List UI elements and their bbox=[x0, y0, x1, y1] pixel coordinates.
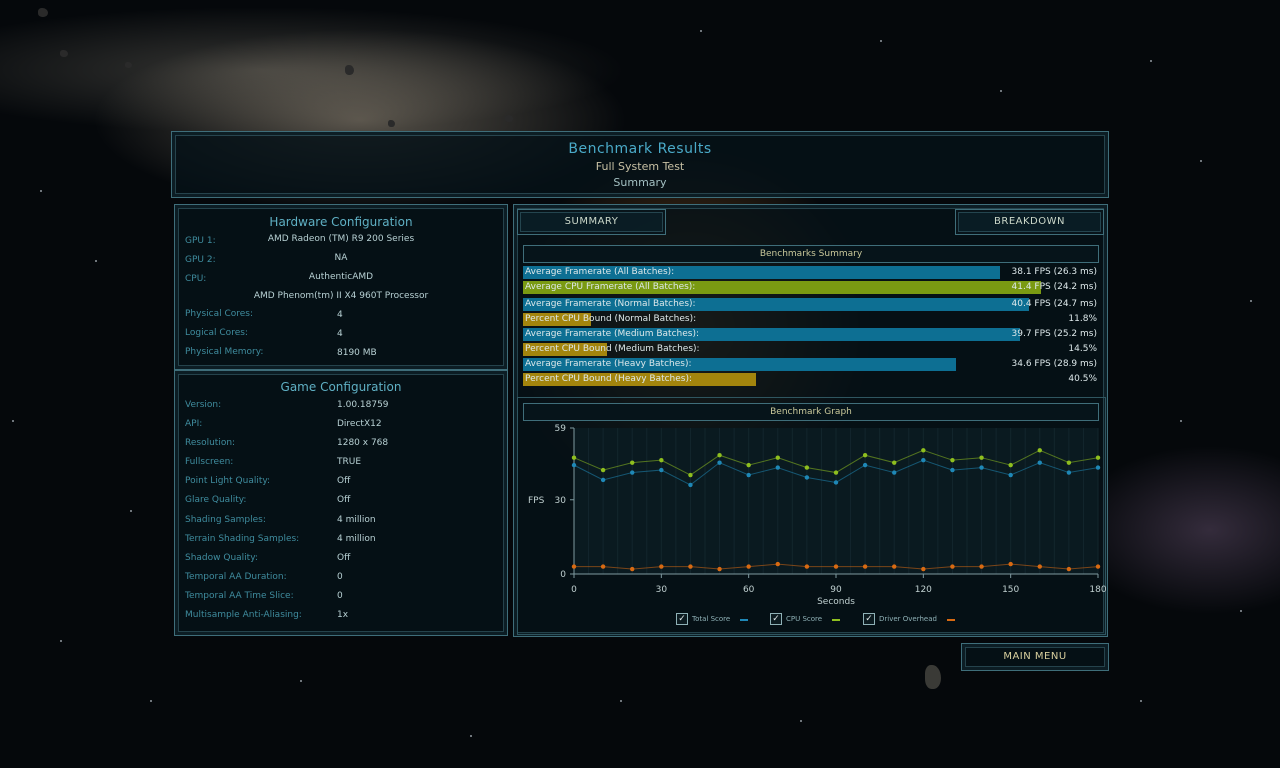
summary-row-value: 41.4 FPS (24.2 ms) bbox=[1011, 282, 1097, 292]
summary-row-value: 14.5% bbox=[1068, 344, 1097, 354]
physical-cores-label: Physical Cores: bbox=[185, 309, 254, 319]
page-section: Summary bbox=[613, 176, 667, 189]
summary-row-value: 40.4 FPS (24.7 ms) bbox=[1011, 299, 1097, 309]
header-panel: Benchmark Results Full System Test Summa… bbox=[171, 131, 1109, 198]
legend-label: Driver Overhead bbox=[879, 615, 937, 623]
legend-label: Total Score bbox=[692, 615, 731, 623]
game-setting-label: API: bbox=[185, 419, 203, 429]
summary-row: Average CPU Framerate (All Batches): 41.… bbox=[523, 281, 1099, 294]
game-setting-value: Off bbox=[337, 495, 351, 505]
summary-row-label: Percent CPU Bound (Medium Batches): bbox=[525, 344, 700, 354]
game-setting-value: 4 million bbox=[337, 515, 376, 525]
summary-row-value: 40.5% bbox=[1068, 374, 1097, 384]
benchmark-graph-frame bbox=[517, 397, 1106, 635]
legend-swatch bbox=[832, 619, 840, 621]
cpu-model: AMD Phenom(tm) II X4 960T Processor bbox=[253, 291, 429, 301]
physical-memory-label: Physical Memory: bbox=[185, 347, 264, 357]
summary-row-label: Percent CPU Bound (Normal Batches): bbox=[525, 314, 697, 324]
game-config-title: Game Configuration bbox=[280, 380, 402, 394]
checkbox-cpu-score[interactable]: ✓ bbox=[770, 613, 782, 625]
checkbox-driver-overhead[interactable]: ✓ bbox=[863, 613, 875, 625]
game-setting-value: 0 bbox=[337, 572, 343, 582]
summary-row: Average Framerate (Normal Batches): 40.4… bbox=[523, 298, 1099, 311]
benchmark-graph-title: Benchmark Graph bbox=[523, 403, 1099, 421]
summary-row: Percent CPU Bound (Normal Batches): 11.8… bbox=[523, 313, 1099, 326]
cpu-vendor: AuthenticAMD bbox=[308, 272, 374, 282]
legend-total-score[interactable]: ✓ Total Score bbox=[676, 613, 756, 626]
game-setting-label: Shadow Quality: bbox=[185, 553, 258, 563]
game-config-panel: Game Configuration Version: 1.00.18759 A… bbox=[174, 370, 508, 636]
logical-cores-value: 4 bbox=[337, 329, 343, 339]
game-setting-value: DirectX12 bbox=[337, 419, 382, 429]
game-setting-label: Resolution: bbox=[185, 438, 236, 448]
physical-cores-value: 4 bbox=[337, 310, 343, 320]
summary-row: Average Framerate (Heavy Batches): 34.6 … bbox=[523, 358, 1099, 371]
summary-row-label: Average Framerate (Medium Batches): bbox=[525, 329, 700, 339]
main-menu-label: MAIN MENU bbox=[1003, 651, 1067, 662]
game-setting-label: Terrain Shading Samples: bbox=[185, 534, 300, 544]
game-setting-label: Point Light Quality: bbox=[185, 476, 271, 486]
game-setting-value: 1.00.18759 bbox=[337, 400, 389, 410]
game-setting-label: Multisample Anti-Aliasing: bbox=[185, 610, 302, 620]
physical-memory-value: 8190 MB bbox=[337, 348, 377, 358]
summary-row-label: Average Framerate (All Batches): bbox=[525, 267, 675, 277]
main-menu-button[interactable]: MAIN MENU bbox=[961, 643, 1109, 671]
game-setting-label: Fullscreen: bbox=[185, 457, 234, 467]
hardware-config-panel: Hardware Configuration GPU 1: AMD Radeon… bbox=[174, 204, 508, 370]
logical-cores-label: Logical Cores: bbox=[185, 328, 248, 338]
game-setting-value: 1x bbox=[337, 610, 349, 620]
summary-row: Percent CPU Bound (Medium Batches): 14.5… bbox=[523, 343, 1099, 356]
game-setting-label: Temporal AA Time Slice: bbox=[185, 591, 294, 601]
game-setting-label: Version: bbox=[185, 400, 222, 410]
game-setting-label: Glare Quality: bbox=[185, 495, 247, 505]
summary-row: Percent CPU Bound (Heavy Batches): 40.5% bbox=[523, 373, 1099, 386]
summary-row-label: Average CPU Framerate (All Batches): bbox=[525, 282, 696, 292]
legend-cpu-score[interactable]: ✓ CPU Score bbox=[770, 613, 850, 626]
legend-label: CPU Score bbox=[786, 615, 823, 623]
summary-row-label: Average Framerate (Heavy Batches): bbox=[525, 359, 692, 369]
legend-driver-overhead[interactable]: ✓ Driver Overhead bbox=[863, 613, 963, 626]
summary-row-value: 38.1 FPS (26.3 ms) bbox=[1011, 267, 1097, 277]
gpu1-value: AMD Radeon (TM) R9 200 Series bbox=[267, 234, 415, 244]
game-setting-value: 0 bbox=[337, 591, 343, 601]
tab-summary[interactable]: SUMMARY bbox=[517, 209, 666, 235]
game-setting-label: Shading Samples: bbox=[185, 515, 266, 525]
summary-row-value: 34.6 FPS (28.9 ms) bbox=[1011, 359, 1097, 369]
tab-breakdown[interactable]: BREAKDOWN bbox=[955, 209, 1104, 235]
summary-row-label: Percent CPU Bound (Heavy Batches): bbox=[525, 374, 693, 384]
game-setting-value: Off bbox=[337, 553, 351, 563]
summary-row-value: 39.7 FPS (25.2 ms) bbox=[1011, 329, 1097, 339]
summary-row: Average Framerate (All Batches): 38.1 FP… bbox=[523, 266, 1099, 279]
summary-row-label: Average Framerate (Normal Batches): bbox=[525, 299, 696, 309]
checkbox-total-score[interactable]: ✓ bbox=[676, 613, 688, 625]
gpu2-value: NA bbox=[334, 253, 348, 263]
legend-swatch bbox=[740, 619, 748, 621]
summary-row-value: 11.8% bbox=[1068, 314, 1097, 324]
game-setting-value: Off bbox=[337, 476, 351, 486]
legend-swatch bbox=[947, 619, 955, 621]
game-setting-label: Temporal AA Duration: bbox=[185, 572, 287, 582]
game-setting-value: 4 million bbox=[337, 534, 376, 544]
hardware-config-title: Hardware Configuration bbox=[269, 215, 413, 229]
page-subtitle: Full System Test bbox=[595, 160, 685, 173]
summary-row: Average Framerate (Medium Batches): 39.7… bbox=[523, 328, 1099, 341]
game-setting-value: 1280 x 768 bbox=[337, 438, 389, 448]
page-title: Benchmark Results bbox=[568, 141, 712, 157]
benchmarks-summary-title: Benchmarks Summary bbox=[523, 245, 1099, 263]
game-setting-value: TRUE bbox=[337, 457, 362, 467]
